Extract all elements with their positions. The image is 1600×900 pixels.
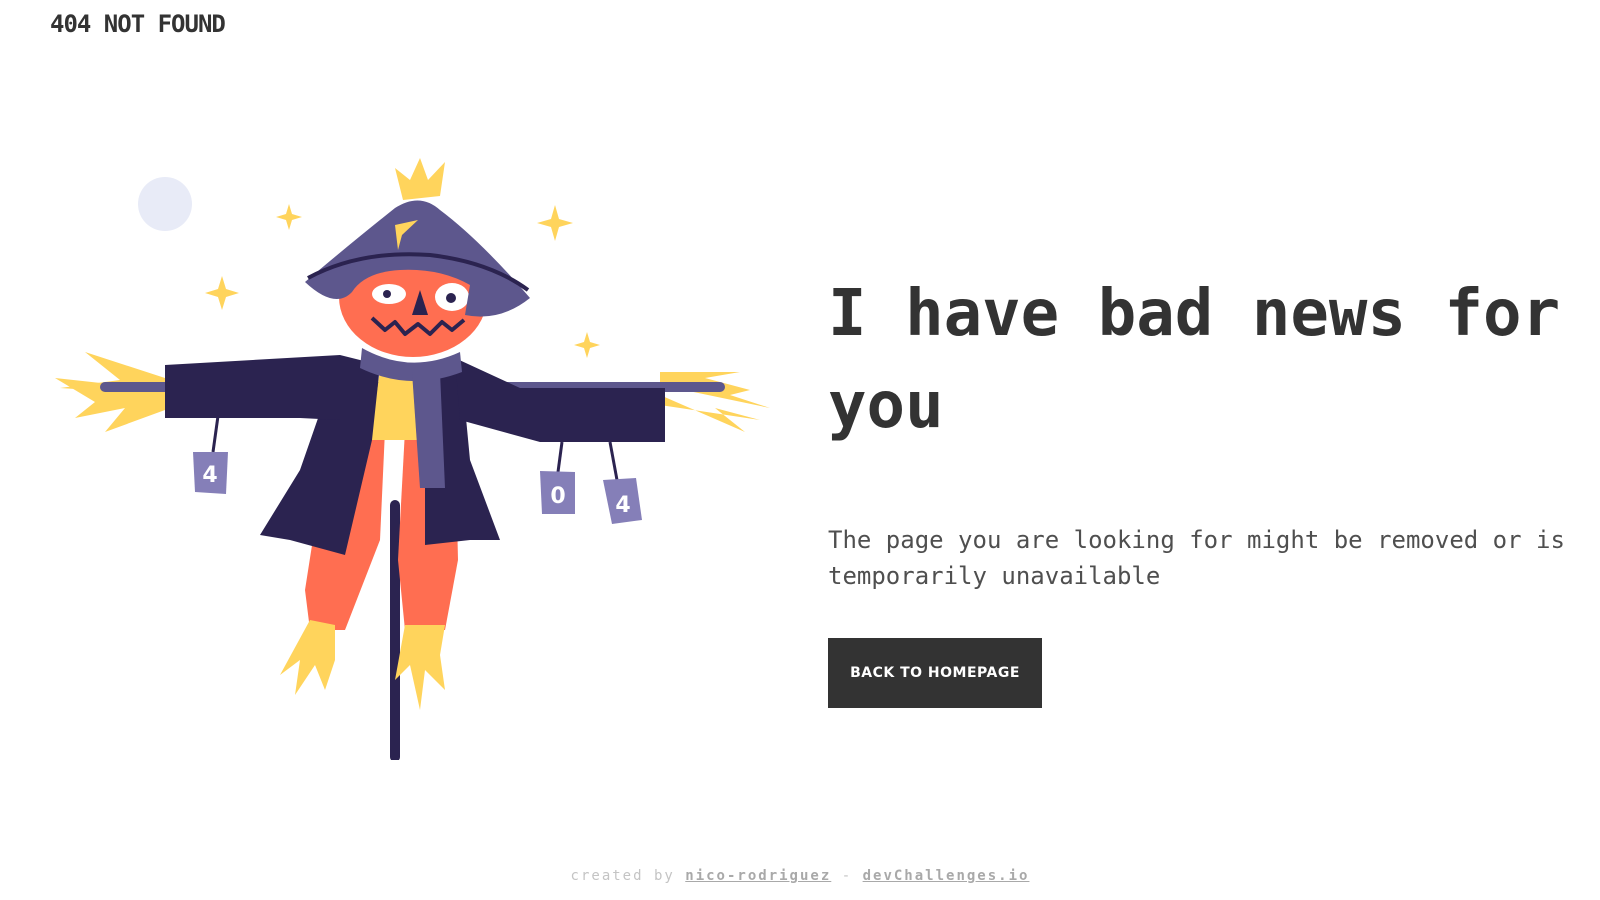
svg-text:0: 0 bbox=[550, 484, 565, 509]
can-icon: 4 bbox=[603, 478, 642, 524]
can-icon: 4 bbox=[193, 452, 228, 494]
main-content: I have bad news for you The page you are… bbox=[828, 268, 1568, 708]
right-straw bbox=[660, 372, 770, 432]
svg-text:4: 4 bbox=[202, 463, 217, 488]
error-message: The page you are looking for might be re… bbox=[828, 526, 1565, 590]
moon-icon bbox=[138, 177, 192, 231]
footer-separator: - bbox=[841, 868, 853, 884]
svg-text:4: 4 bbox=[615, 493, 630, 518]
can-icon: 0 bbox=[540, 471, 575, 514]
pole bbox=[390, 500, 400, 760]
footer-prefix: created by bbox=[570, 868, 675, 884]
devchallenges-link[interactable]: devChallenges.io bbox=[863, 868, 1030, 884]
site-logo: 404 NOT FOUND bbox=[50, 10, 226, 38]
page-headline: I have bad news for you bbox=[828, 277, 1561, 443]
footer: created by nico-rodriguez - devChallenge… bbox=[0, 868, 1600, 884]
scarecrow-illustration: 4 0 4 bbox=[55, 158, 770, 760]
author-link[interactable]: nico-rodriguez bbox=[685, 868, 831, 884]
back-to-homepage-button[interactable]: BACK TO HOMEPAGE bbox=[828, 638, 1042, 708]
